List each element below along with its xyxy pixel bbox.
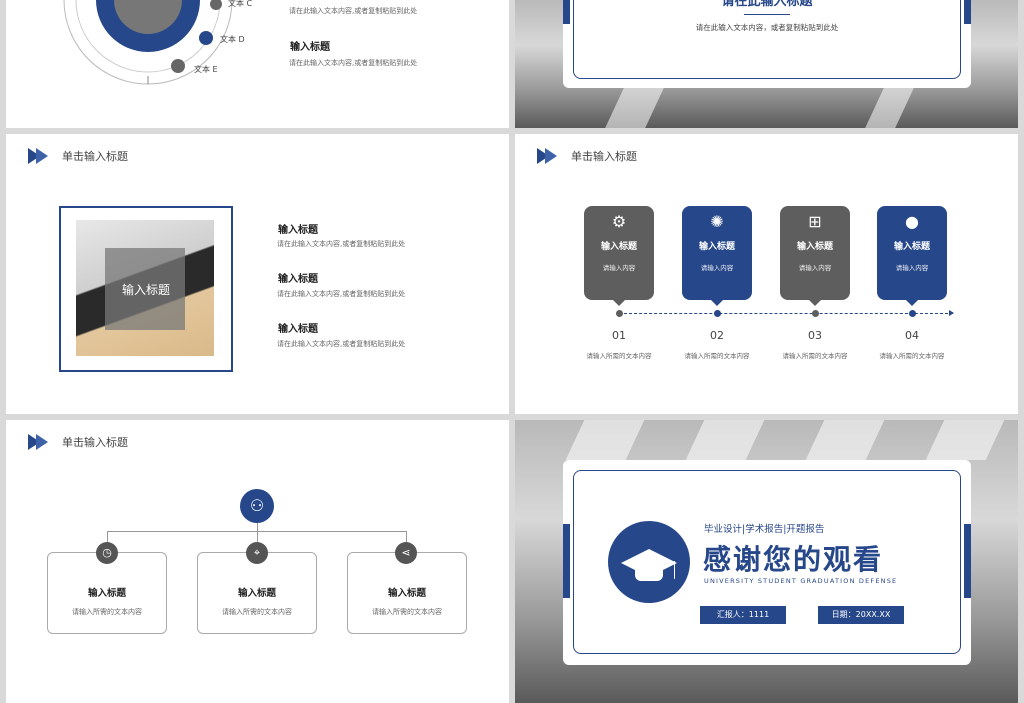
user-icon: ⚇: [240, 489, 274, 523]
arrow-icon: [36, 434, 48, 450]
arrow-icon: [545, 148, 557, 164]
item-1-title: 输入标题: [278, 225, 318, 236]
item-2-title: 输入标题: [278, 274, 318, 285]
card-body: 请输入内容: [895, 264, 929, 272]
timeline-dot: [909, 310, 916, 317]
apple-icon: ●: [905, 212, 919, 231]
slide-header: 单击输入标题: [28, 148, 128, 164]
title-card: 请在此输入标题 请在此输入文本内容，或者复制粘贴到此处: [563, 0, 971, 88]
timeline-dot: [812, 310, 819, 317]
item-1-body: 请在此输入文本内容,或者复制粘贴到此处: [277, 240, 406, 248]
card-1: ⚙ 输入标题 请输入内容: [584, 206, 654, 306]
location-pin-icon: ⌖: [246, 542, 268, 564]
slide-thank-you: 毕业设计|学术报告|开题报告 感谢您的观看 UNIVERSITY STUDENT…: [515, 420, 1018, 703]
photo-frame: 输入标题: [59, 206, 233, 372]
legend-d: 文本 D: [220, 35, 245, 44]
slide-org-chart: 单击输入标题 ⚇ 输入标题 请输入所需的文本内容 输入标题 请输入所需的文本内容…: [6, 420, 509, 703]
item-title: 输入标题: [290, 42, 330, 53]
box-1: 输入标题 请输入所需的文本内容: [47, 552, 167, 634]
step-text: 请输入所需的文本内容: [782, 352, 848, 360]
item-body: 请在此输入文本内容,或者复制粘贴到此处: [289, 59, 418, 67]
subtitle: 毕业设计|学术报告|开题报告: [704, 524, 825, 535]
gear-icon: ⚙: [611, 212, 627, 231]
box-2: 输入标题 请输入所需的文本内容: [197, 552, 317, 634]
title-underline: [744, 14, 790, 15]
header-text: 单击输入标题: [62, 436, 128, 449]
share-icon: ⋖: [395, 542, 417, 564]
item-3-title: 输入标题: [278, 324, 318, 335]
connector-v: [257, 523, 258, 531]
reporter-badge: 汇报人：1111: [700, 606, 786, 624]
header-text: 单击输入标题: [571, 150, 637, 163]
clock-icon: ◷: [96, 542, 118, 564]
step-num: 03: [808, 329, 822, 342]
title-body: 请在此输入文本内容，或者复制粘贴到此处: [695, 23, 839, 32]
windows-icon: ⊞: [808, 212, 822, 231]
date-badge: 日期：20XX.XX: [818, 606, 904, 624]
step-num: 04: [905, 329, 919, 342]
header-text: 单击输入标题: [62, 150, 128, 163]
card-body: 请输入内容: [700, 264, 734, 272]
slide-radial-chart: 文本 C 文本 D 文本 E 请在此输入文本内容,或者复制粘贴到此处 输入标题 …: [6, 0, 509, 128]
arrow-icon: [36, 148, 48, 164]
legend-e: 文本 E: [194, 65, 218, 74]
slide-timeline: 单击输入标题 ⚙ 输入标题 请输入内容 ✺ 输入标题 请输入内容 ⊞ 输入标题 …: [515, 134, 1018, 414]
thank-card: 毕业设计|学术报告|开题报告 感谢您的观看 UNIVERSITY STUDENT…: [563, 460, 971, 665]
slide-photo-list: 单击输入标题 输入标题 输入标题 请在此输入文本内容,或者复制粘贴到此处 输入标…: [6, 134, 509, 414]
photo-caption: 输入标题: [121, 283, 170, 297]
card-title: 输入标题: [893, 242, 930, 252]
card-body: 请输入内容: [798, 264, 832, 272]
box-body: 请输入所需的文本内容: [222, 608, 292, 616]
aperture-icon: ✺: [710, 212, 724, 231]
timeline-dot: [714, 310, 721, 317]
box-3: 输入标题 请输入所需的文本内容: [347, 552, 467, 634]
card-title: 输入标题: [600, 242, 637, 252]
title-partial: 请在此输入标题: [721, 0, 813, 9]
card-2: ✺ 输入标题 请输入内容: [682, 206, 752, 306]
item-3-body: 请在此输入文本内容,或者复制粘贴到此处: [277, 340, 406, 348]
graduation-cap-icon: [608, 521, 690, 603]
title-card-inner: 请在此输入标题 请在此输入文本内容，或者复制粘贴到此处: [573, 0, 961, 79]
box-body: 请输入所需的文本内容: [72, 608, 142, 616]
card-4: ● 输入标题 请输入内容: [877, 206, 947, 306]
english-sub: UNIVERSITY STUDENT GRADUATION DEFENSE: [704, 577, 898, 585]
card-title: 输入标题: [698, 242, 735, 252]
step-text: 请输入所需的文本内容: [879, 352, 945, 360]
timeline-arrow: [949, 310, 954, 316]
timeline-line: [619, 313, 953, 314]
slide-header: 单击输入标题: [537, 148, 637, 164]
thank-title: 感谢您的观看: [703, 543, 884, 576]
timeline-dot: [616, 310, 623, 317]
box-title: 输入标题: [87, 588, 126, 599]
card-title: 输入标题: [796, 242, 833, 252]
card-3: ⊞ 输入标题 请输入内容: [780, 206, 850, 306]
radial-rings: [63, 0, 233, 85]
box-title: 输入标题: [387, 588, 426, 599]
step-text: 请输入所需的文本内容: [586, 352, 652, 360]
body-top: 请在此输入文本内容,或者复制粘贴到此处: [289, 7, 418, 15]
step-text: 请输入所需的文本内容: [684, 352, 750, 360]
legend-c: 文本 C: [228, 0, 253, 8]
slide-header: 单击输入标题: [28, 434, 128, 450]
card-body: 请输入内容: [602, 264, 636, 272]
item-2-body: 请在此输入文本内容,或者复制粘贴到此处: [277, 290, 406, 298]
slide-photo-title: 请在此输入标题 请在此输入文本内容，或者复制粘贴到此处: [515, 0, 1018, 128]
box-body: 请输入所需的文本内容: [372, 608, 442, 616]
step-num: 02: [710, 329, 724, 342]
box-title: 输入标题: [237, 588, 276, 599]
step-num: 01: [612, 329, 626, 342]
